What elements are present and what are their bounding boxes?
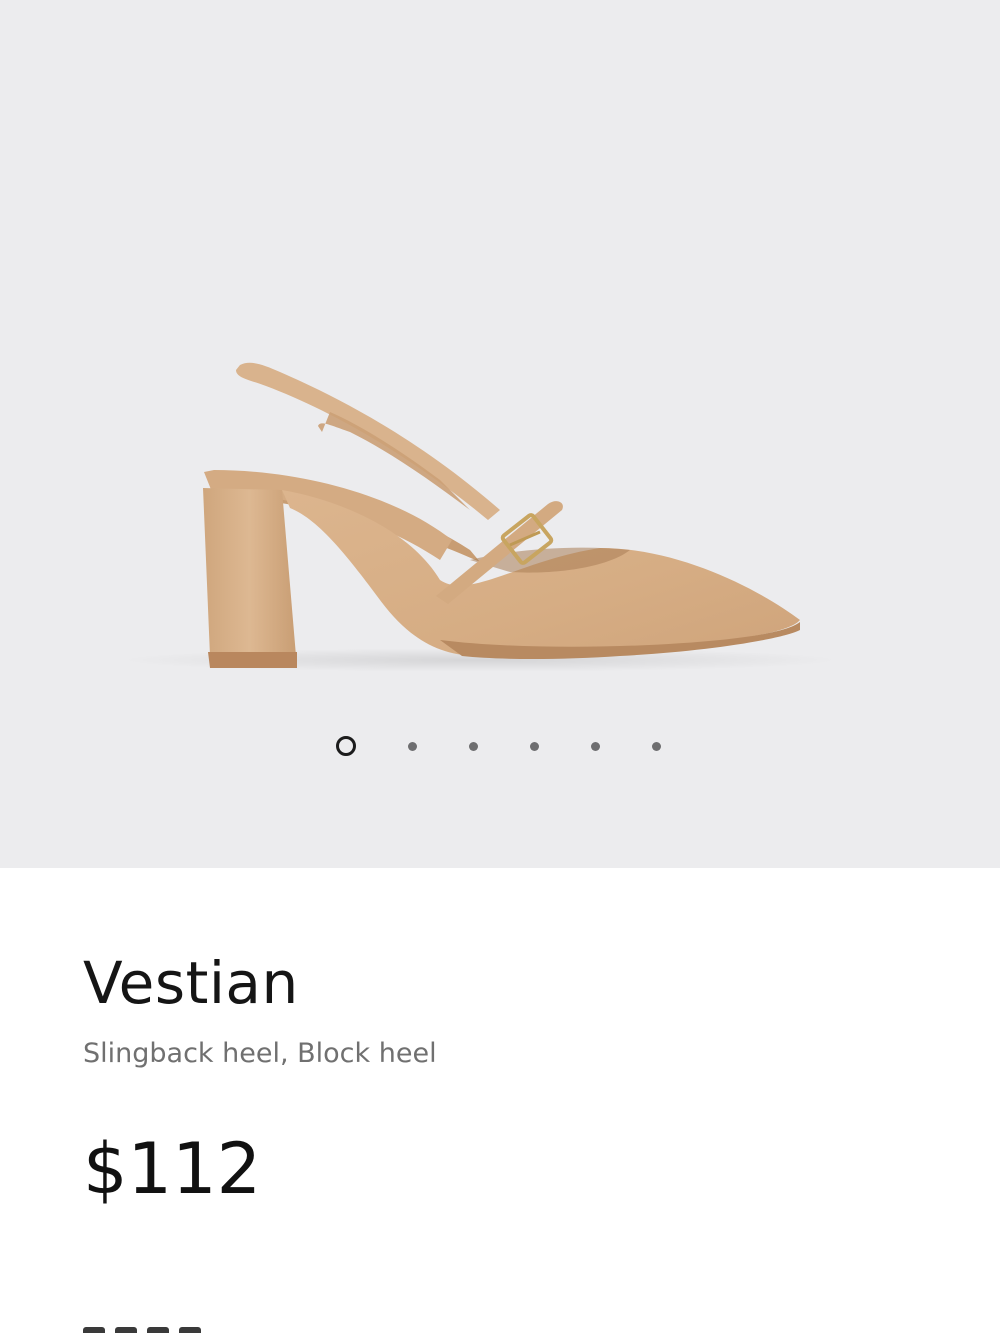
carousel-dot-active[interactable] [336,736,356,756]
product-image-carousel[interactable] [0,0,1000,868]
carousel-dot[interactable] [652,741,661,751]
product-name: Vestian [83,949,299,1017]
carousel-dot[interactable] [591,741,600,751]
carousel-dot[interactable] [530,741,539,751]
carousel-dot[interactable] [408,741,417,751]
product-subtitle: Slingback heel, Block heel [83,1038,437,1069]
carousel-pagination [336,734,661,758]
carousel-dot[interactable] [469,741,478,751]
next-section-cutoff [83,1326,243,1333]
product-price: $112 [83,1128,262,1210]
product-page: Vestian Slingback heel, Block heel $112 [0,0,1000,1333]
product-info: Vestian Slingback heel, Block heel $112 [0,868,1000,1333]
